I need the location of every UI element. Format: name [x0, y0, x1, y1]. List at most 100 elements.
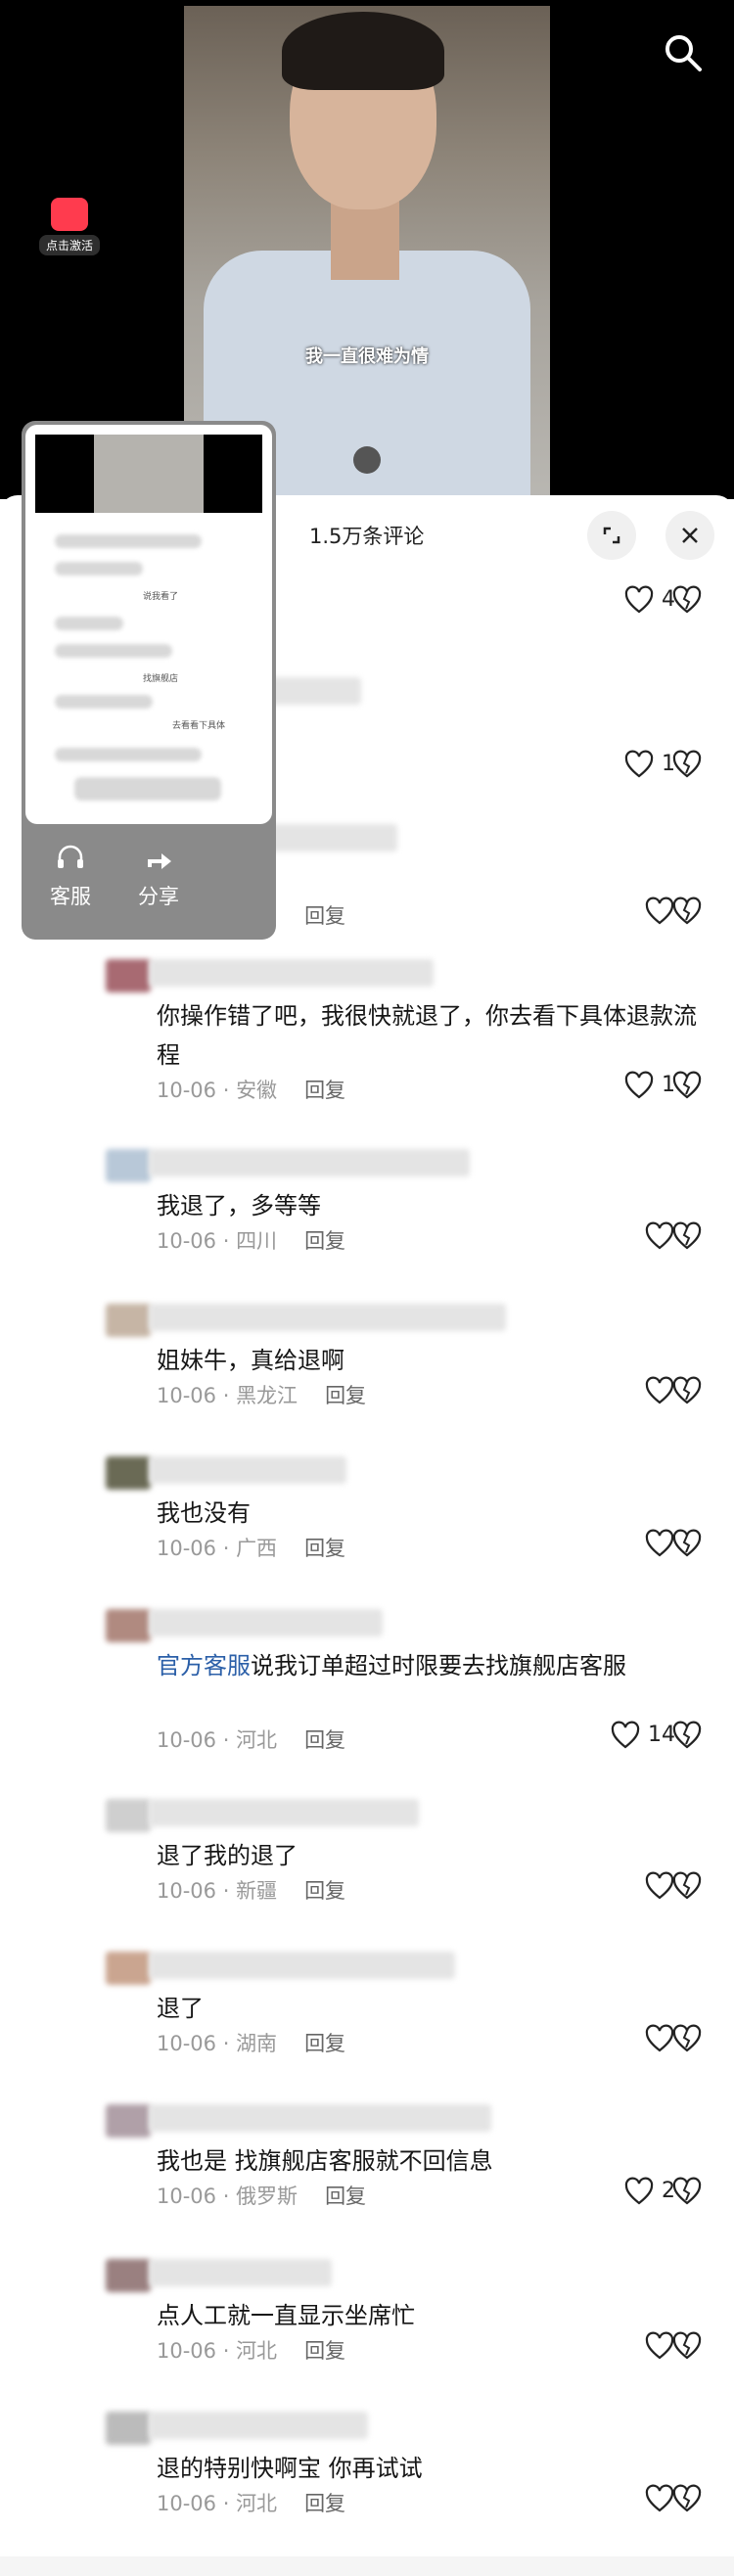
dislike-button[interactable]: [671, 1221, 703, 1255]
dislike-button[interactable]: [671, 1721, 703, 1754]
dislike-button[interactable]: [671, 897, 703, 930]
commenter-avatar[interactable]: [106, 1304, 151, 1337]
activate-badge[interactable]: 点击激活: [39, 196, 100, 258]
dislike-heart-icon: [672, 2177, 702, 2205]
share-button[interactable]: 分享: [119, 842, 198, 910]
like-heart-icon: [624, 2177, 654, 2205]
reply-button[interactable]: 回复: [325, 1384, 366, 1407]
mini-text: 去看看下具体: [172, 721, 226, 731]
comment-item[interactable]: 我也没有 10-06 · 广西 回复: [0, 1452, 734, 1589]
dislike-button[interactable]: [671, 1529, 703, 1562]
commenter-name[interactable]: [149, 2104, 491, 2132]
search-button[interactable]: [662, 31, 705, 74]
like-button[interactable]: [607, 897, 675, 926]
commenter-name[interactable]: [149, 1799, 419, 1826]
commenter-name[interactable]: [149, 1149, 470, 1176]
dislike-button[interactable]: [671, 750, 703, 783]
dislike-heart-icon: [672, 897, 702, 925]
commenter-avatar[interactable]: [106, 1609, 151, 1642]
dislike-heart-icon: [672, 1529, 702, 1557]
like-button[interactable]: 1: [607, 1071, 675, 1100]
commenter-avatar[interactable]: [106, 1952, 151, 1985]
commenter-avatar[interactable]: [106, 1149, 151, 1182]
comment-item[interactable]: 我退了，多等等 10-06 · 四川 回复: [0, 1145, 734, 1282]
commenter-avatar[interactable]: [106, 2259, 151, 2292]
comment-item[interactable]: 我也是 找旗舰店客服就不回信息 10-06 · 俄罗斯 回复 2: [0, 2100, 734, 2237]
blurred-line: [55, 617, 123, 630]
comment-item[interactable]: 退了 10-06 · 湖南 回复: [0, 1948, 734, 2085]
commenter-avatar[interactable]: [106, 959, 151, 992]
reply-button[interactable]: 回复: [325, 2185, 366, 2208]
dislike-button[interactable]: [671, 2024, 703, 2057]
mention-link[interactable]: 官方客服: [157, 1652, 251, 1679]
expand-button[interactable]: [587, 511, 636, 560]
like-heart-icon: [624, 1071, 654, 1099]
like-button[interactable]: [607, 1221, 675, 1251]
like-button[interactable]: [607, 1871, 675, 1901]
floating-mini-window[interactable]: 说我看了 找旗舰店 去看看下具体 客服 分享: [22, 421, 276, 940]
dislike-button[interactable]: [671, 2484, 703, 2517]
comment-text: 官方客服说我订单超过时限要去找旗舰店客服: [157, 1646, 705, 1685]
comment-location: 河北: [236, 1728, 278, 1752]
like-button[interactable]: 1: [607, 750, 675, 779]
reply-button[interactable]: 回复: [304, 2032, 345, 2055]
comment-item[interactable]: 你操作错了吧，我很快就退了，你去看下具体退款流程 10-06 · 安徽 回复 1: [0, 955, 734, 1102]
like-button[interactable]: [607, 1376, 675, 1405]
customer-service-button[interactable]: 客服: [31, 842, 110, 910]
reply-button[interactable]: 回复: [304, 904, 345, 928]
reply-button[interactable]: 回复: [304, 1079, 345, 1102]
mini-text: 找旗舰店: [143, 674, 179, 684]
mini-text: 说我看了: [143, 592, 179, 602]
commenter-name[interactable]: [149, 2259, 332, 2286]
red-envelope-icon: [51, 198, 88, 231]
like-button[interactable]: [607, 1529, 675, 1558]
close-button[interactable]: [665, 511, 714, 560]
like-button[interactable]: [607, 2484, 675, 2513]
dislike-button[interactable]: [671, 1071, 703, 1104]
dislike-button[interactable]: [671, 585, 703, 619]
reply-button[interactable]: 回复: [304, 2339, 345, 2363]
comment-item[interactable]: 退了我的退了 10-06 · 新疆 回复: [0, 1795, 734, 1932]
reply-button[interactable]: 回复: [304, 1537, 345, 1560]
like-button[interactable]: [607, 2331, 675, 2361]
dislike-button[interactable]: [671, 1871, 703, 1905]
bottom-input-bar[interactable]: [0, 2556, 734, 2576]
dislike-button[interactable]: [671, 2331, 703, 2365]
dislike-button[interactable]: [671, 1376, 703, 1409]
like-heart-icon: [611, 1721, 640, 1749]
like-button[interactable]: 2: [607, 2177, 675, 2206]
mini-video-frame: [94, 435, 204, 513]
expand-icon: [603, 527, 620, 544]
activate-label: 点击激活: [39, 235, 100, 255]
reply-button[interactable]: 回复: [304, 1879, 345, 1903]
commenter-name[interactable]: [149, 959, 434, 987]
comment-item[interactable]: 官方客服说我订单超过时限要去找旗舰店客服 10-06 · 河北 回复 14: [0, 1605, 734, 1752]
commenter-name[interactable]: [149, 1952, 455, 1979]
comment-item[interactable]: 退的特别快啊宝 你再试试 10-06 · 河北 回复: [0, 2408, 734, 2545]
like-button[interactable]: 4: [607, 585, 675, 615]
commenter-avatar[interactable]: [106, 2412, 151, 2445]
commenter-avatar[interactable]: [106, 2104, 151, 2138]
like-button[interactable]: 14: [607, 1721, 675, 1750]
commenter-name[interactable]: [149, 2412, 368, 2439]
commenter-avatar[interactable]: [106, 1799, 151, 1832]
commenter-name[interactable]: [149, 1304, 506, 1331]
commenter-name[interactable]: [149, 1609, 383, 1636]
comment-text: 退了我的退了: [157, 1836, 705, 1875]
like-heart-icon: [624, 585, 654, 614]
customer-service-label: 客服: [50, 885, 91, 908]
commenter-name[interactable]: [149, 1456, 346, 1484]
comment-text-content: 我退了，多等等: [157, 1192, 321, 1219]
comment-date: 10-06: [157, 1879, 217, 1903]
commenter-avatar[interactable]: [106, 1456, 151, 1490]
comment-item[interactable]: 姐妹牛，真给退啊 10-06 · 黑龙江 回复: [0, 1300, 734, 1437]
mini-window-tools: 客服 分享: [22, 824, 276, 940]
reply-button[interactable]: 回复: [304, 1229, 345, 1253]
reply-button[interactable]: 回复: [304, 1728, 345, 1752]
reply-button[interactable]: 回复: [304, 2492, 345, 2515]
comment-location: 广西: [236, 1537, 278, 1560]
like-button[interactable]: [607, 2024, 675, 2053]
comment-item[interactable]: 点人工就一直显示坐席忙 10-06 · 河北 回复: [0, 2255, 734, 2392]
dislike-button[interactable]: [671, 2177, 703, 2210]
comment-meta: 10-06 · 河北 回复: [157, 2492, 346, 2515]
